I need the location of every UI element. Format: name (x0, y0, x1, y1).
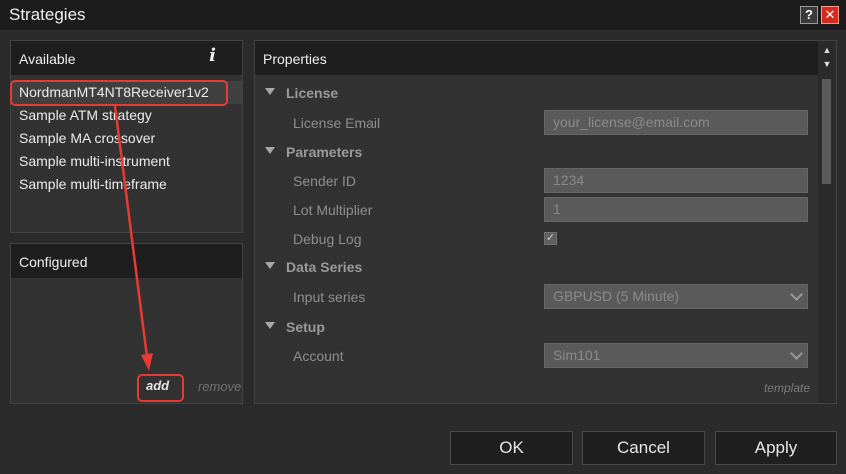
annotation-arrow (113, 105, 153, 371)
